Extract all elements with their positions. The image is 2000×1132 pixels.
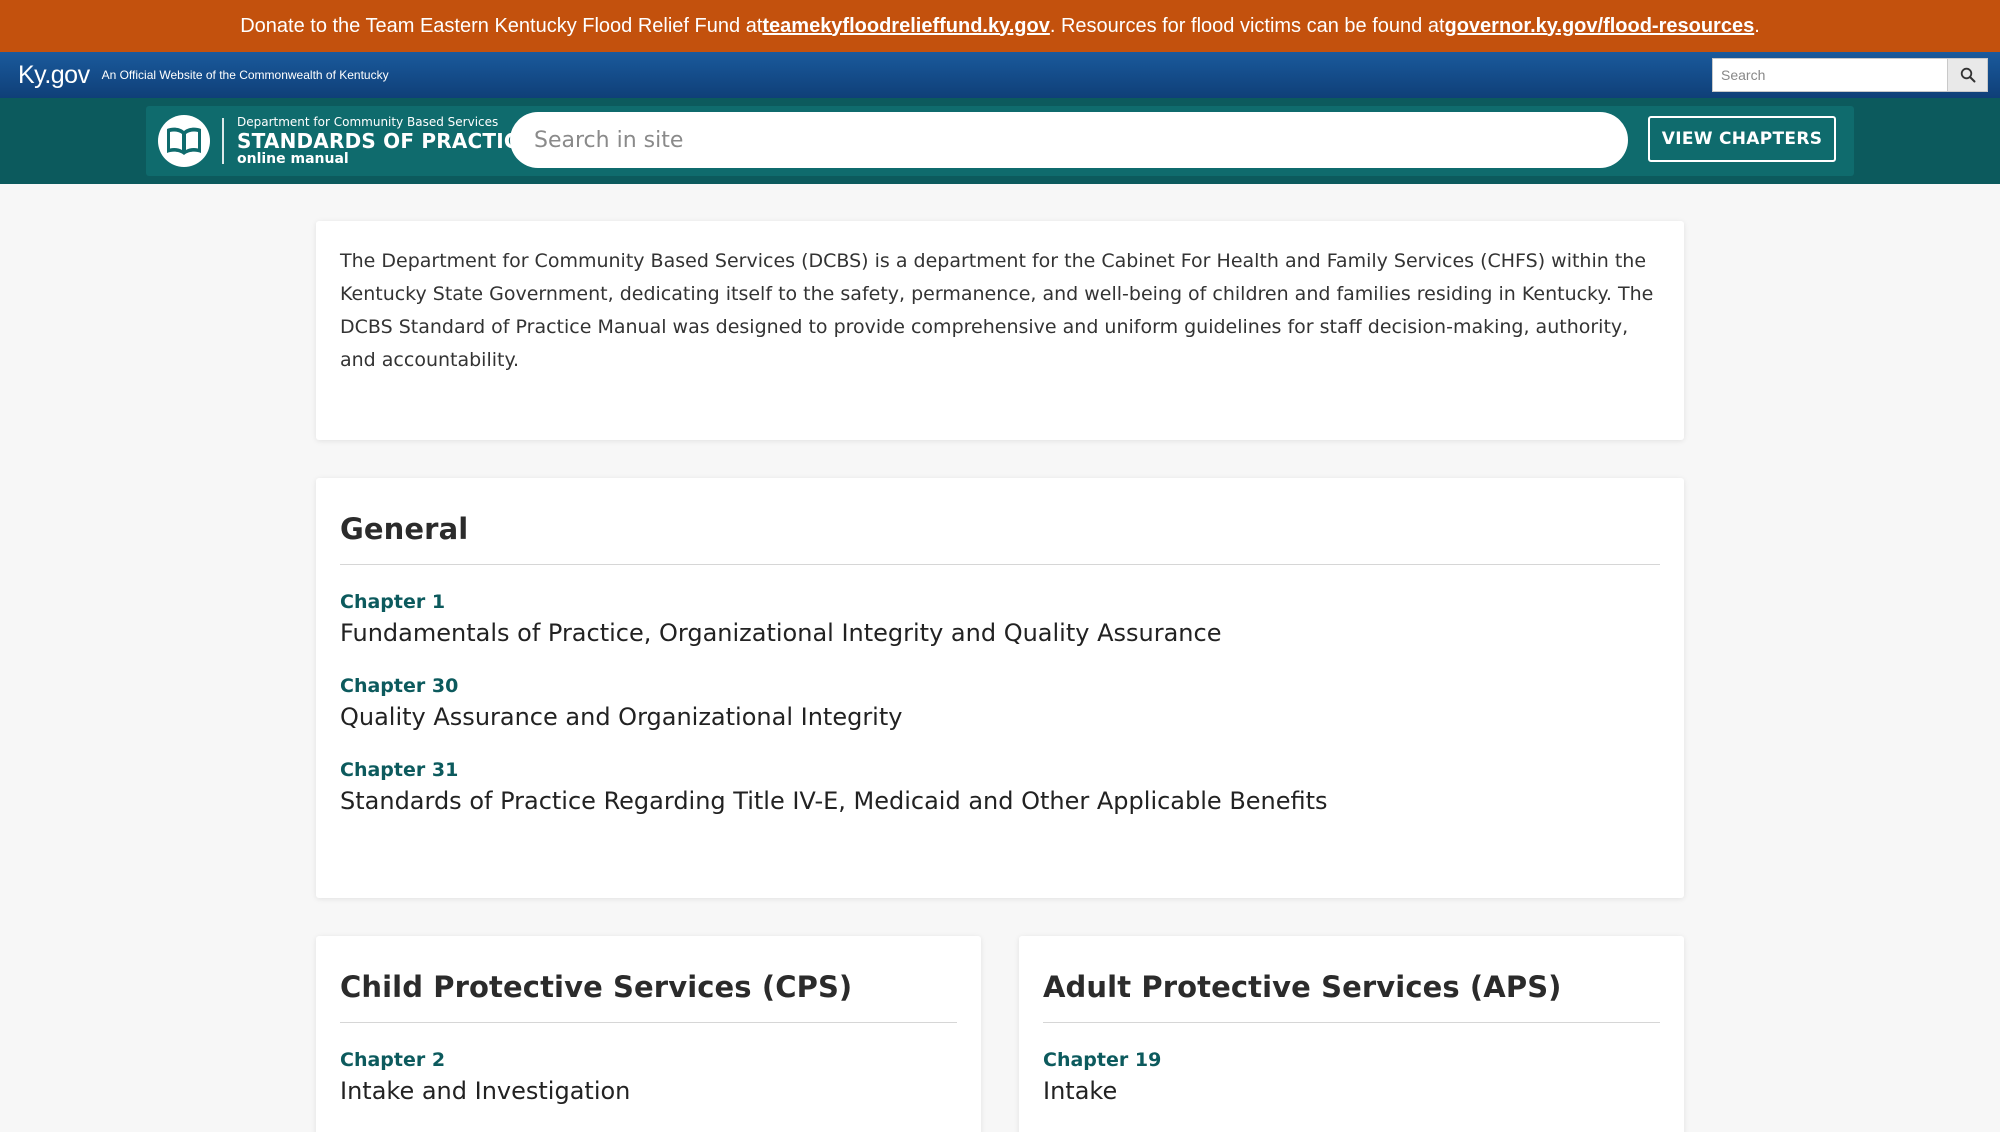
section-title: Adult Protective Services (APS) [1043,970,1562,1004]
aps-section: Adult Protective Services (APS) Chapter … [1019,936,1684,1132]
site-title: STANDARDS OF PRACTICE [237,129,533,153]
kygov-bar: Ky.gov An Official Website of the Common… [0,52,2000,98]
chapter-number: Chapter 31 [340,759,459,781]
search-icon [1960,67,1975,83]
chapter-link-31[interactable]: Chapter 31 Standards of Practice Regardi… [340,759,1660,815]
section-title: Child Protective Services (CPS) [340,970,853,1004]
section-title: General [340,512,469,546]
site-header: Department for Community Based Services … [0,98,2000,184]
site-subtitle: online manual [237,151,349,167]
chapter-title: Quality Assurance and Organizational Int… [340,703,903,731]
site-brand[interactable]: Department for Community Based Services … [237,116,533,166]
site-header-box: Department for Community Based Services … [146,106,1854,176]
flood-relief-fund-link[interactable]: teamekyfloodrelieffund.ky.gov [762,15,1049,38]
flood-relief-alert-banner: Donate to the Team Eastern Kentucky Floo… [0,0,2000,52]
kygov-search [1712,58,1988,92]
chapter-link-2[interactable]: Chapter 2 Intake and Investigation [340,1049,957,1105]
chapter-title: Intake and Investigation [340,1077,631,1105]
flood-resources-link[interactable]: governor.ky.gov/flood-resources [1445,15,1755,38]
chapter-number: Chapter 19 [1043,1049,1162,1071]
site-search-input[interactable] [510,112,1628,168]
chapter-number: Chapter 30 [340,675,459,697]
site-department: Department for Community Based Services [237,115,499,129]
kygov-search-button[interactable] [1948,58,1988,92]
section-divider [1043,1022,1660,1023]
open-book-icon [167,127,201,155]
chapter-title: Standards of Practice Regarding Title IV… [340,787,1328,815]
alert-text-3: . [1754,14,1760,37]
chapter-list: Chapter 2 Intake and Investigation [340,1049,957,1105]
chapter-title: Fundamentals of Practice, Organizational… [340,619,1222,647]
section-divider [340,1022,957,1023]
view-chapters-button[interactable]: VIEW CHAPTERS [1648,116,1836,162]
kygov-search-input[interactable] [1712,58,1948,92]
chapter-link-19[interactable]: Chapter 19 Intake [1043,1049,1660,1105]
chapter-number: Chapter 1 [340,591,446,613]
chapter-number: Chapter 2 [340,1049,446,1071]
general-section: General Chapter 1 Fundamentals of Practi… [316,478,1684,898]
intro-text: The Department for Community Based Servi… [340,250,1654,371]
chapter-link-1[interactable]: Chapter 1 Fundamentals of Practice, Orga… [340,591,1660,647]
section-divider [340,564,1660,565]
chapter-title: Intake [1043,1077,1118,1105]
kygov-logo[interactable]: Ky.gov [18,61,90,90]
logo-divider [222,118,224,164]
intro-card: The Department for Community Based Servi… [316,221,1684,440]
chapter-list: Chapter 1 Fundamentals of Practice, Orga… [340,591,1660,815]
alert-text-2: . Resources for flood victims can be fou… [1049,14,1445,37]
kygov-tagline: An Official Website of the Commonwealth … [101,68,389,82]
cps-section: Child Protective Services (CPS) Chapter … [316,936,981,1132]
alert-text-1: Donate to the Team Eastern Kentucky Floo… [240,14,763,37]
site-logo[interactable] [158,115,210,167]
chapter-link-30[interactable]: Chapter 30 Quality Assurance and Organiz… [340,675,1660,731]
chapter-list: Chapter 19 Intake [1043,1049,1660,1105]
